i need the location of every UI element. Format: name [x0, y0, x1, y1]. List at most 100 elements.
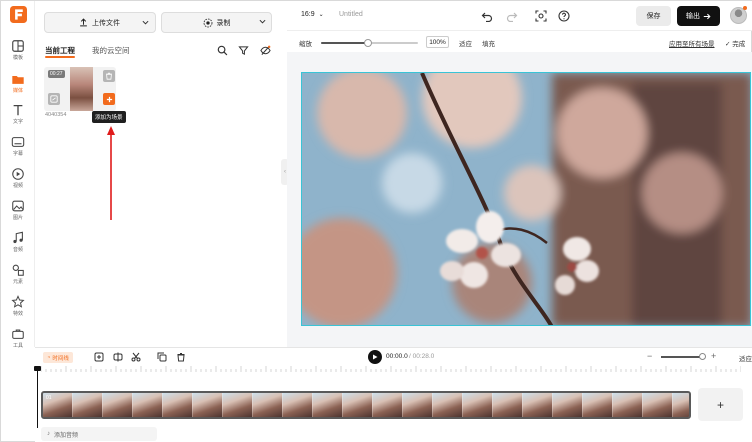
clip-frame [103, 393, 133, 417]
add-scene-button[interactable] [93, 351, 105, 363]
rail-item-elements[interactable]: 元素 [1, 263, 35, 293]
add-box-icon [94, 352, 104, 362]
help-button[interactable] [557, 9, 570, 22]
rail-item-subtitle[interactable]: 字幕 [1, 135, 35, 165]
music-icon [13, 231, 23, 244]
apply-all-scenes-link[interactable]: 应用至所有场景 [669, 38, 715, 48]
upload-file-label: 上传文件 [92, 19, 120, 27]
rail-item-tools[interactable]: 工具 [1, 327, 35, 357]
chevron-down-icon [142, 20, 148, 25]
scene-canvas[interactable] [301, 72, 751, 326]
rail-label-elements: 元素 [12, 279, 23, 285]
done-button[interactable]: ✓ 完成 [725, 38, 745, 48]
tab-current-project[interactable]: 当前工程 [45, 45, 75, 56]
play-icon [373, 354, 378, 360]
add-clip-button[interactable]: + [698, 388, 743, 421]
add-as-scene-button[interactable] [103, 93, 115, 105]
cut-button[interactable] [130, 351, 142, 363]
rail-item-text[interactable]: 文字 [1, 103, 35, 133]
hide-used-button[interactable] [258, 43, 272, 57]
clip-frame [493, 393, 523, 417]
copy-icon [157, 352, 167, 362]
clip-frame [613, 393, 643, 417]
timeline-mode-badge[interactable]: ◔ 时间线 [43, 352, 73, 363]
asset-replace-button[interactable] [48, 93, 60, 105]
playhead-handle[interactable] [34, 366, 41, 371]
clip-frame [223, 393, 253, 417]
clip-frame [433, 393, 463, 417]
upload-options-button[interactable] [135, 12, 156, 33]
image-icon [12, 200, 24, 212]
document-title[interactable]: Untitled [339, 11, 363, 18]
rail-label-subtitle: 字幕 [12, 151, 23, 157]
playhead[interactable] [37, 366, 38, 428]
app-logo[interactable] [10, 6, 27, 23]
video-clip[interactable]: 01 [41, 391, 691, 419]
asset-duration-badge: 00:27 [48, 70, 65, 78]
scene-video-frame[interactable] [302, 73, 751, 326]
zoom-slider[interactable] [321, 39, 418, 47]
annotation-arrow [107, 126, 115, 220]
tab-cloud-space[interactable]: 我的云空间 [92, 45, 130, 56]
clip-frame [373, 393, 403, 417]
timeline-ruler[interactable] [41, 366, 741, 372]
timeline-zoom-out-button[interactable]: − [647, 351, 652, 361]
add-audio-button[interactable]: ♪ 添加音频 [41, 427, 157, 441]
left-rail: 模板 媒体 文字 字幕 视频 图片 音频 元素 特效 工具 [1, 1, 35, 349]
play-button[interactable] [368, 350, 382, 364]
rail-item-media[interactable]: 媒体 [1, 72, 35, 102]
clip-frame [283, 393, 313, 417]
check-icon: ✓ [725, 41, 731, 48]
save-button[interactable]: 保存 [636, 6, 671, 26]
add-as-scene-tooltip: 添加为场景 [92, 111, 126, 123]
screenshot-button[interactable] [534, 9, 547, 22]
asset-thumbnail[interactable] [70, 67, 93, 111]
filter-button[interactable] [236, 43, 250, 57]
media-folder-icon [12, 75, 24, 84]
redo-icon [506, 12, 517, 22]
media-asset-card[interactable]: 00:27 [44, 67, 116, 111]
rail-item-audio[interactable]: 音频 [1, 231, 35, 261]
rail-item-template[interactable]: 模板 [1, 39, 35, 69]
notification-dot [743, 6, 747, 10]
rail-label-effects: 特效 [12, 311, 23, 317]
aspect-ratio-select[interactable]: 16:9 ⌄ [301, 11, 324, 18]
clip-frame [193, 393, 223, 417]
timeline-fit-button[interactable]: 适应 [739, 353, 752, 363]
chevron-down-icon [259, 19, 266, 24]
delete-button[interactable] [175, 351, 187, 363]
redo-button[interactable] [505, 9, 518, 22]
current-time: 00:00.0 [386, 353, 408, 360]
timeline-icon: ◔ [47, 354, 51, 361]
clip-frame [403, 393, 433, 417]
split-button[interactable] [112, 351, 124, 363]
rail-label-audio: 音频 [12, 247, 23, 253]
timeline-zoom-knob[interactable] [699, 353, 706, 360]
toolbox-icon [12, 329, 24, 339]
undo-button[interactable] [480, 9, 493, 22]
export-button[interactable]: 输出 [677, 6, 720, 26]
aspect-ratio-value: 16:9 [301, 11, 315, 18]
filter-icon [237, 45, 249, 55]
zoom-label: 缩放 [299, 41, 312, 48]
duplicate-button[interactable] [156, 351, 168, 363]
rail-item-video[interactable]: 视频 [1, 167, 35, 197]
zoom-slider-knob[interactable] [363, 39, 372, 47]
asset-delete-button[interactable] [103, 70, 115, 82]
asset-name: 4040354 [45, 112, 67, 118]
arrow-right-icon [703, 13, 711, 19]
rail-label-image: 图片 [12, 215, 23, 221]
timeline-zoom-slider[interactable] [661, 356, 704, 358]
record-button[interactable]: 录制 [161, 12, 272, 33]
rail-item-image[interactable]: 图片 [1, 199, 35, 229]
rail-item-effects[interactable]: 特效 [1, 295, 35, 325]
timeline-zoom-in-button[interactable]: + [711, 351, 716, 361]
trash-icon [106, 72, 112, 80]
zoom-value-field[interactable]: 100% [426, 36, 449, 48]
top-bar: 16:9 ⌄ Untitled 保存 输出 [287, 1, 752, 31]
fill-button[interactable]: 填充 [482, 38, 495, 48]
elements-icon [12, 264, 24, 276]
timeline: ◔ 时间线 00:00.0 / 00:28.0 − + 适应 01 + ♪ 添加… [34, 347, 752, 442]
fit-button[interactable]: 适应 [459, 38, 472, 48]
search-button[interactable] [215, 43, 229, 57]
